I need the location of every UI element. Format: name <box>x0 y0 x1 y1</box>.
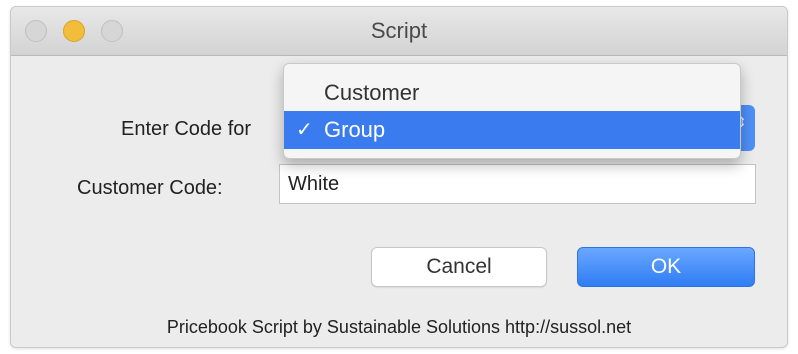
script-dialog-window: Script Enter Code for ⇕ Customer Code: W… <box>10 6 788 348</box>
cancel-button[interactable]: Cancel <box>371 247 547 287</box>
customer-code-label: Customer Code: <box>77 177 223 199</box>
menu-item-customer[interactable]: Customer <box>284 74 740 112</box>
window-title: Script <box>370 18 428 43</box>
enter-code-for-label: Enter Code for <box>121 118 252 140</box>
checkmark-icon: ✓ <box>296 119 313 141</box>
menu-item-label: Customer <box>324 80 420 105</box>
menu-item-group[interactable]: ✓ Group <box>284 111 740 149</box>
title-bar: Script <box>11 7 787 56</box>
menu-item-label: Group <box>324 117 386 142</box>
customer-code-field[interactable]: White <box>279 164 756 204</box>
ok-button[interactable]: OK <box>577 247 755 287</box>
code-type-dropdown-menu: Customer ✓ Group <box>283 63 741 159</box>
footer-credit-text: Pricebook Script by Sustainable Solution… <box>166 317 632 337</box>
